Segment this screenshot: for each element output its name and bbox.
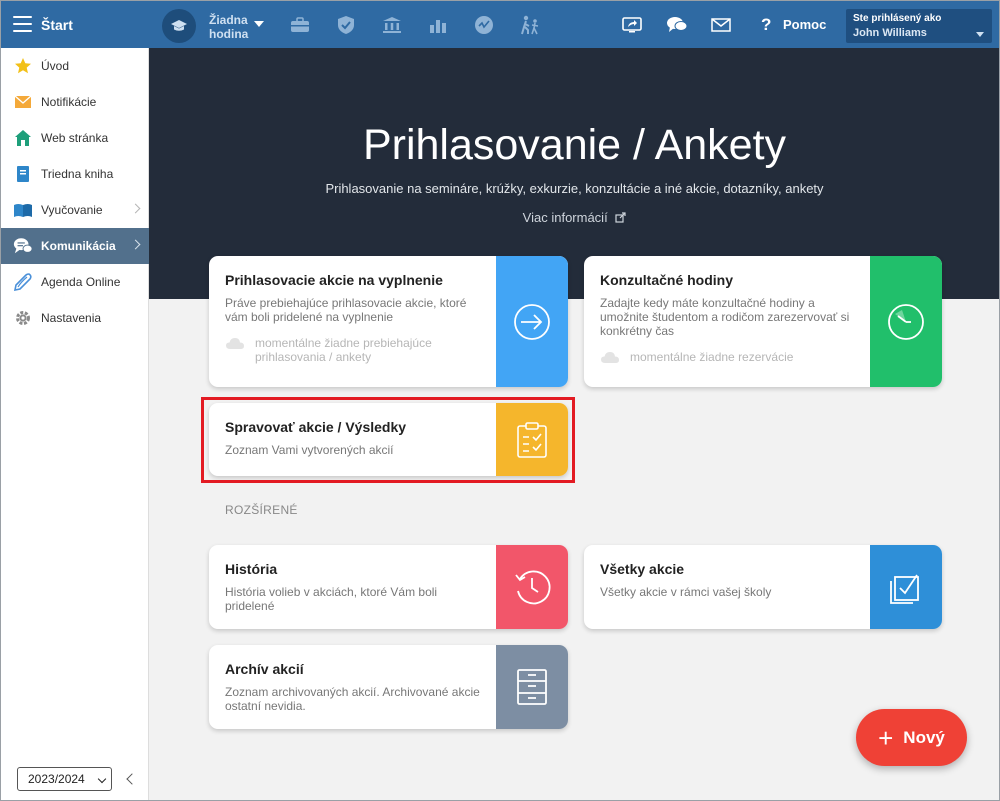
mail-icon[interactable]	[710, 14, 732, 36]
card-title: Archív akcií	[225, 661, 304, 677]
user-caption: Ste prihlásený ako	[853, 13, 942, 24]
pen-icon	[13, 272, 33, 292]
chat-bubbles-icon	[13, 236, 33, 256]
pending-actions-card[interactable]: Prihlasovacie akcie na vyplnenie Práve p…	[209, 256, 568, 387]
sidebar-item-label: Agenda Online	[41, 275, 121, 289]
bar-chart-icon[interactable]	[427, 14, 449, 36]
sidebar-item-notifikacie[interactable]: Notifikácie	[1, 84, 149, 120]
bank-icon[interactable]	[381, 14, 403, 36]
all-actions-card[interactable]: Všetky akcie Všetky akcie v rámci vašej …	[584, 545, 942, 629]
chevron-down-icon[interactable]	[254, 21, 264, 27]
checkbox-stack-icon	[890, 574, 919, 604]
chevron-right-icon	[130, 203, 141, 214]
card-title: História	[225, 561, 278, 577]
app-window: Štart Žiadna hodina ? Pomoc Ste prihláse…	[0, 0, 1000, 801]
plus-icon: +	[878, 722, 894, 753]
open-book-icon	[13, 200, 33, 220]
new-action-label: Nový	[903, 727, 945, 747]
more-info-link[interactable]: Viac informácií	[149, 210, 999, 225]
briefcase-icon[interactable]	[289, 14, 311, 36]
sidebar-item-triedna-kniha[interactable]: Triedna kniha	[1, 156, 149, 192]
card-color-panel	[870, 256, 942, 387]
sidebar-item-label: Nastavenia	[41, 311, 102, 325]
user-menu[interactable]: Ste prihlásený ako John Williams	[846, 9, 992, 43]
sidebar-item-web-stranka[interactable]: Web stránka	[1, 120, 149, 156]
page-subtitle: Prihlasovanie na semináre, krúžky, exkur…	[325, 181, 824, 196]
card-description: Všetky akcie v rámci vašej školy	[600, 585, 772, 599]
card-description: História volieb v akciách, ktoré Vám bol…	[225, 585, 438, 613]
archive-cabinet-icon	[517, 669, 547, 705]
sidebar-item-label: Triedna kniha	[41, 167, 114, 181]
card-color-panel	[496, 545, 568, 629]
highlight-box	[201, 397, 575, 483]
card-title: Všetky akcie	[600, 561, 685, 577]
card-title: Konzultačné hodiny	[600, 272, 733, 288]
new-action-button[interactable]: + Nový	[856, 709, 967, 766]
house-icon	[13, 128, 33, 148]
graduation-cap-icon[interactable]	[162, 9, 196, 43]
sidebar-item-uvod[interactable]: Úvod	[1, 48, 149, 84]
card-description: Zoznam archivovaných akcií. Archivované …	[225, 685, 480, 713]
chevron-down-icon	[97, 774, 107, 784]
page-title: Prihlasovanie / Ankety	[362, 121, 787, 169]
sidebar-item-nastavenia[interactable]: Nastavenia	[1, 300, 149, 336]
menu-icon[interactable]	[13, 16, 32, 32]
card-note: momentálne žiadne rezervácie	[630, 350, 794, 364]
card-description: Práve prebiehajúce prihlasovacie akcie, …	[225, 296, 467, 324]
collapse-sidebar-icon[interactable]	[126, 773, 138, 785]
current-lesson-label[interactable]: Žiadna hodina	[209, 13, 253, 41]
envelope-icon	[13, 92, 33, 112]
history-card[interactable]: História História volieb v akciách, ktor…	[209, 545, 568, 629]
help-icon[interactable]: ?	[761, 15, 771, 35]
help-link[interactable]: Pomoc	[783, 17, 826, 32]
walking-icon[interactable]	[519, 14, 541, 36]
star-icon	[13, 56, 33, 76]
cloud-icon	[601, 352, 619, 363]
sidebar-item-label: Notifikácie	[41, 95, 97, 109]
chevron-down-icon[interactable]	[976, 32, 984, 37]
sidebar-item-agenda-online[interactable]: Agenda Online	[1, 264, 149, 300]
shield-icon[interactable]	[335, 14, 357, 36]
cloud-icon	[226, 338, 244, 349]
archive-card[interactable]: Archív akcií Zoznam archivovaných akcií.…	[209, 645, 568, 729]
school-year-value: 2023/2024	[28, 772, 85, 786]
user-name: John Williams	[853, 27, 927, 39]
external-link-icon	[615, 212, 626, 223]
chevron-right-icon	[130, 239, 141, 250]
card-note: momentálne žiadne prebiehajúce prihlasov…	[255, 336, 432, 364]
arrow-right-circle-icon	[514, 303, 550, 340]
consultation-hours-card[interactable]: Konzultačné hodiny Zadajte kedy máte kon…	[584, 256, 942, 387]
top-bar: Štart Žiadna hodina ? Pomoc Ste prihláse…	[1, 1, 999, 48]
gear-icon	[13, 308, 33, 328]
start-link[interactable]: Štart	[41, 17, 73, 33]
clock-icon	[888, 303, 924, 340]
chat-icon[interactable]	[666, 14, 688, 36]
sidebar-item-label: Vyučovanie	[41, 203, 103, 217]
screen-share-icon[interactable]	[621, 14, 643, 36]
card-title: Prihlasovacie akcie na vyplnenie	[225, 272, 443, 288]
card-color-panel	[496, 256, 568, 387]
sidebar-item-label: Web stránka	[41, 131, 109, 145]
sidebar-item-vyucovanie[interactable]: Vyučovanie	[1, 192, 149, 228]
sidebar-item-komunikacia[interactable]: Komunikácia	[1, 228, 149, 264]
sidebar: Úvod Notifikácie Web stránka Triedna kni…	[1, 48, 149, 800]
speedometer-icon[interactable]	[473, 14, 495, 36]
card-color-panel	[496, 645, 568, 729]
sidebar-item-label: Úvod	[41, 59, 70, 73]
section-label-extended: ROZŠÍRENÉ	[225, 503, 298, 517]
card-description: Zadajte kedy máte konzultačné hodiny a u…	[600, 296, 850, 338]
more-info-label: Viac informácií	[522, 210, 608, 225]
school-year-select[interactable]: 2023/2024	[17, 767, 112, 791]
sidebar-item-label: Komunikácia	[41, 239, 116, 253]
history-clock-icon	[515, 570, 551, 605]
book-icon	[13, 164, 33, 184]
card-color-panel	[870, 545, 942, 629]
